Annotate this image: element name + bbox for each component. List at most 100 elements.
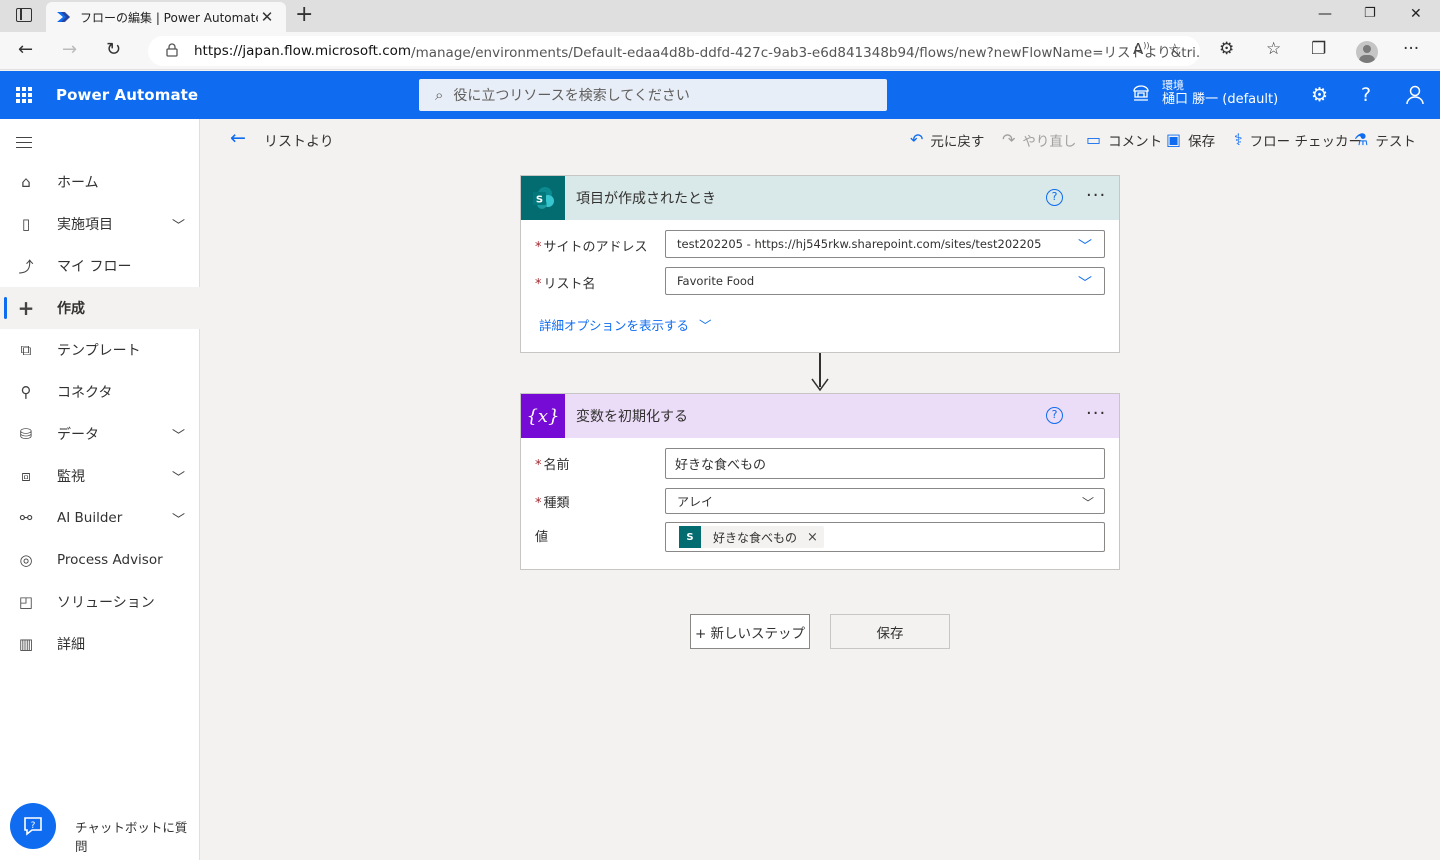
nav-monitor[interactable]: ⧈ 監視 ﹀ [0, 455, 200, 497]
hamburger-icon[interactable] [16, 137, 32, 148]
account-icon[interactable] [1406, 85, 1424, 105]
variable-type-dropdown[interactable]: アレイ ﹀ [665, 488, 1105, 514]
flow-name[interactable]: リストより [264, 131, 334, 151]
url-host: https://japan.flow.microsoft.com [194, 43, 412, 59]
variable-type-value: アレイ [677, 494, 714, 509]
nav-home[interactable]: ⌂ ホーム [0, 161, 200, 203]
back-arrow-icon[interactable]: ← [230, 128, 246, 148]
search-icon: ⌕ [435, 86, 444, 104]
trigger-header[interactable]: S 項目が作成されたとき ? ··· [521, 176, 1119, 220]
app-name[interactable]: Power Automate [56, 86, 198, 104]
favorites-icon[interactable]: ☆ [1266, 39, 1281, 59]
nav-create[interactable]: + 作成 [0, 287, 200, 329]
save-button[interactable]: 保存 [830, 614, 950, 649]
redo-icon: ↷ [1002, 130, 1016, 149]
add-favorite-icon[interactable]: ☆ [1168, 40, 1181, 58]
close-window-icon[interactable]: ✕ [1410, 6, 1422, 22]
help-circle-icon[interactable]: ? [1046, 407, 1063, 424]
chevron-down-icon[interactable]: ﹀ [172, 509, 185, 528]
settings-icon[interactable]: ⚙ [1311, 84, 1328, 106]
new-step-button[interactable]: + 新しいステップ [690, 614, 810, 649]
chatbot-label[interactable]: チャットボットに質問 [75, 817, 199, 855]
nav-solutions[interactable]: ◰ ソリューション [0, 581, 200, 623]
database-icon: ⛁ [19, 425, 33, 443]
browser-toolbar: ← → ↻ https://japan.flow.microsoft.com/m… [0, 32, 1440, 70]
chevron-down-icon[interactable]: ﹀ [172, 467, 185, 486]
app-launcher-icon[interactable] [16, 87, 32, 103]
variable-name-row: * 名前 好きな食べもの [521, 448, 1121, 479]
site-address-value: test202205 - https://hj545rkw.sharepoint… [677, 237, 1042, 251]
search-input[interactable]: ⌕ 役に立つリソースを検索してください [419, 79, 887, 111]
variable-value-input[interactable]: S 好きな食べもの × [665, 522, 1105, 552]
variable-name-input[interactable]: 好きな食べもの [665, 448, 1105, 479]
stethoscope-icon: ⚕ [1234, 130, 1243, 149]
power-automate-favicon-icon [57, 12, 70, 22]
save-command-button[interactable]: ▣ 保存 [1166, 130, 1215, 151]
minimize-icon[interactable]: — [1318, 6, 1332, 22]
environment-picker[interactable]: 環境 樋口 勝一 (default) [1132, 79, 1278, 107]
sharepoint-token-icon: S [679, 526, 701, 548]
help-circle-icon[interactable]: ? [1046, 189, 1063, 206]
nav-my-flows[interactable]: ⤴ マイ フロー [0, 245, 200, 287]
show-advanced-options-link[interactable]: 詳細オプションを表示する ﹀ [539, 315, 712, 334]
close-tab-icon[interactable]: ✕ [258, 8, 276, 26]
action-header[interactable]: {x} 変数を初期化する ? ··· [521, 394, 1119, 438]
url-path: /manage/environments/Default-edaa4d8b-dd… [411, 45, 1200, 61]
chevron-down-icon[interactable]: ﹀ [172, 215, 185, 234]
nav-ai-builder[interactable]: ⚯ AI Builder ﹀ [0, 497, 200, 539]
remove-token-icon[interactable]: × [807, 530, 818, 545]
chatbot-icon: ? [24, 817, 42, 836]
site-address-dropdown[interactable]: test202205 - https://hj545rkw.sharepoint… [665, 230, 1105, 258]
back-icon[interactable]: ← [18, 40, 33, 60]
new-tab-icon[interactable]: + [295, 4, 313, 26]
chevron-down-icon: ﹀ [1081, 496, 1094, 510]
extensions-icon[interactable]: ⚙ [1219, 39, 1234, 59]
restore-icon[interactable]: ❐ [1364, 6, 1376, 21]
site-address-label: サイトのアドレス [543, 240, 648, 255]
left-nav: ⌂ ホーム ▯ 実施項目 ﹀ ⤴ マイ フロー + 作成 ⧉ テンプレート ⚲ … [0, 119, 200, 860]
list-name-dropdown[interactable]: Favorite Food ﹀ [665, 267, 1105, 295]
svg-text:S: S [536, 195, 543, 206]
refresh-icon[interactable]: ↻ [106, 40, 121, 60]
clipboard-icon: ▯ [21, 215, 31, 233]
help-icon[interactable]: ? [1361, 84, 1371, 106]
site-address-row: * サイトのアドレス test202205 - https://hj545rkw.… [521, 230, 1121, 258]
home-icon: ⌂ [21, 173, 31, 191]
browser-tab[interactable]: フローの編集 | Power Automate ✕ [46, 2, 286, 32]
variable-type-row: * 種類 アレイ ﹀ [521, 488, 1121, 514]
flow-checker-button[interactable]: ⚕ フロー チェッカー [1234, 130, 1362, 151]
chevron-down-icon: ﹀ [699, 318, 712, 333]
read-aloud-icon[interactable]: A)) [1133, 40, 1150, 58]
variable-type-label: 種類 [543, 496, 570, 511]
forward-icon[interactable]: → [62, 40, 77, 60]
browser-menu-icon[interactable]: ··· [1403, 39, 1419, 59]
redo-button[interactable]: ↷ やり直し [1002, 130, 1076, 151]
trigger-card: S 項目が作成されたとき ? ··· * サイトのアドレス test202205 … [520, 175, 1120, 353]
collections-icon[interactable]: ❐ [1311, 39, 1326, 59]
nav-learn[interactable]: ▥ 詳細 [0, 623, 200, 665]
nav-process-advisor[interactable]: ◎ Process Advisor [0, 539, 200, 581]
tab-actions-icon[interactable] [16, 8, 32, 22]
nav-action-items[interactable]: ▯ 実施項目 ﹀ [0, 203, 200, 245]
nav-templates[interactable]: ⧉ テンプレート [0, 329, 200, 371]
variable-value-row: 値 S 好きな食べもの × [521, 522, 1121, 552]
list-name-value: Favorite Food [677, 274, 755, 288]
dynamic-content-token[interactable]: S 好きな食べもの × [679, 526, 824, 548]
tab-title: フローの編集 | Power Automate [80, 10, 258, 25]
test-button[interactable]: ⚗ テスト [1354, 130, 1416, 151]
nav-data[interactable]: ⛁ データ ﹀ [0, 413, 200, 455]
undo-button[interactable]: ↶ 元に戻す [910, 130, 984, 151]
more-options-icon[interactable]: ··· [1086, 185, 1106, 206]
chevron-down-icon: ﹀ [1078, 276, 1092, 292]
chevron-down-icon: ﹀ [1078, 239, 1092, 255]
more-options-icon[interactable]: ··· [1086, 403, 1106, 424]
chevron-down-icon[interactable]: ﹀ [172, 425, 185, 444]
comment-button[interactable]: ▭ コメント [1086, 130, 1162, 151]
token-label: 好きな食べもの [713, 530, 798, 545]
profile-avatar[interactable] [1356, 41, 1378, 63]
environment-name: 樋口 勝一 (default) [1162, 92, 1279, 107]
nav-connectors[interactable]: ⚲ コネクタ [0, 371, 200, 413]
trigger-title: 項目が作成されたとき [576, 191, 716, 207]
address-bar[interactable]: https://japan.flow.microsoft.com/manage/… [148, 36, 1200, 66]
chatbot-button[interactable]: ? [10, 803, 56, 849]
